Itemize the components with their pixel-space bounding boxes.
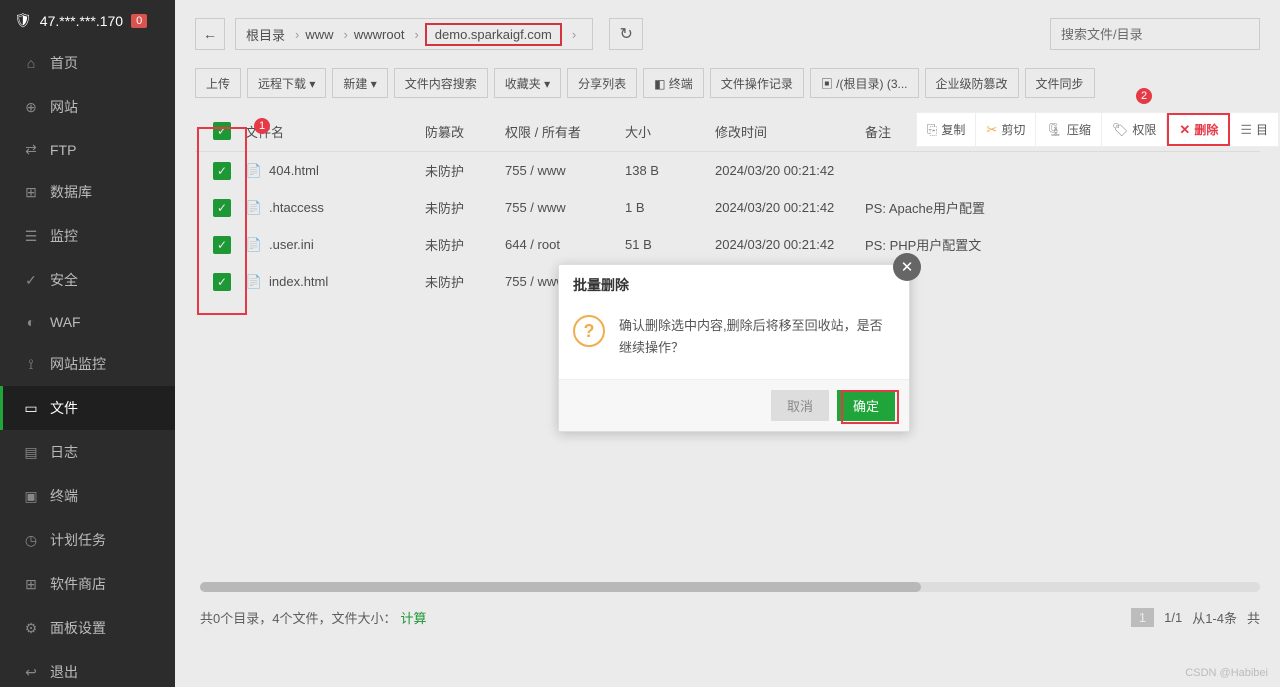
nav-label: 监控 xyxy=(50,226,78,246)
nav-icon: ⇄ xyxy=(22,141,40,158)
nav-item-退出[interactable]: ↩ 退出 xyxy=(0,650,175,694)
confirm-modal: ✕ 批量删除 ? 确认删除选中内容,删除后将移至回收站，是否继续操作？ 取消 确… xyxy=(558,264,910,432)
sidebar: 🛡 47.***.***.170 0 ⌂ 首页 ⊕ 网站 ⇄ FTP ⊞ 数据库 ☰ 监控 ✓ 安全 ◐… xyxy=(0,0,175,687)
nav-label: 数据库 xyxy=(50,182,92,202)
warning-icon: ? xyxy=(573,315,605,347)
nav-item-WAF[interactable]: ◐ WAF xyxy=(0,302,175,342)
nav-icon: ✓ xyxy=(22,272,40,289)
nav-icon: ⚙ xyxy=(22,620,40,637)
nav-label: 安全 xyxy=(50,270,78,290)
nav-label: 终端 xyxy=(50,486,78,506)
nav-item-网站[interactable]: ⊕ 网站 xyxy=(0,85,175,129)
badge-2: 2 xyxy=(1136,88,1152,104)
action-压缩[interactable]: 🗜压缩 xyxy=(1036,113,1102,146)
nav-item-日志[interactable]: ▤ 日志 xyxy=(0,430,175,474)
action-目[interactable]: ☰目 xyxy=(1230,113,1279,146)
nav-label: 网站 xyxy=(50,97,78,117)
nav-icon: ⊕ xyxy=(22,99,40,116)
action-icon: 🏷 xyxy=(1112,122,1129,138)
action-label: 复制 xyxy=(941,121,965,138)
nav-icon: ⌂ xyxy=(22,55,40,71)
modal-body-text: 确认删除选中内容,删除后将移至回收站，是否继续操作？ xyxy=(619,315,895,359)
nav-label: 面板设置 xyxy=(50,618,106,638)
action-label: 压缩 xyxy=(1067,121,1091,138)
action-bar: ⎘复制✂剪切🗜压缩🏷权限✕删除☰目 xyxy=(916,112,1280,147)
badge-1: 1 xyxy=(254,118,270,134)
nav-label: 首页 xyxy=(50,53,78,73)
server-badge: 0 xyxy=(131,14,147,28)
nav-label: 计划任务 xyxy=(50,530,106,550)
nav-item-网站监控[interactable]: ⟟ 网站监控 xyxy=(0,342,175,386)
nav-item-面板设置[interactable]: ⚙ 面板设置 xyxy=(0,606,175,650)
nav-icon: ⊞ xyxy=(22,184,40,201)
nav-icon: ▣ xyxy=(22,488,40,505)
nav-item-FTP[interactable]: ⇄ FTP xyxy=(0,129,175,170)
nav-label: FTP xyxy=(50,142,76,158)
nav-icon: ▤ xyxy=(22,444,40,461)
nav-label: 日志 xyxy=(50,442,78,462)
highlight-ok xyxy=(841,390,899,424)
action-icon: ⎘ xyxy=(927,122,937,138)
server-ip: 47.***.***.170 xyxy=(40,13,123,29)
action-label: 剪切 xyxy=(1001,121,1025,138)
nav-item-首页[interactable]: ⌂ 首页 xyxy=(0,41,175,85)
action-icon: ✂ xyxy=(986,122,997,138)
action-icon: 🗜 xyxy=(1046,122,1063,138)
nav-icon: ↩ xyxy=(22,664,40,681)
nav-item-安全[interactable]: ✓ 安全 xyxy=(0,258,175,302)
nav-item-数据库[interactable]: ⊞ 数据库 xyxy=(0,170,175,214)
nav-icon: ⊞ xyxy=(22,576,40,593)
nav-label: 网站监控 xyxy=(50,354,106,374)
action-icon: ☰ xyxy=(1240,122,1252,138)
action-label: 目 xyxy=(1256,121,1268,138)
action-权限[interactable]: 🏷权限 xyxy=(1102,113,1168,146)
nav-icon: ☰ xyxy=(22,228,40,245)
nav-label: WAF xyxy=(50,314,81,330)
delete-button[interactable]: ✕删除 xyxy=(1167,113,1230,146)
server-info: 🛡 47.***.***.170 0 xyxy=(0,0,175,41)
action-label: 删除 xyxy=(1194,121,1218,138)
modal-title: 批量删除 xyxy=(559,265,909,305)
cancel-button[interactable]: 取消 xyxy=(771,390,829,421)
nav-label: 软件商店 xyxy=(50,574,106,594)
action-剪切[interactable]: ✂剪切 xyxy=(976,113,1036,146)
nav-icon: ▭ xyxy=(22,400,40,417)
nav-icon: ◷ xyxy=(22,532,40,549)
action-icon: ✕ xyxy=(1179,122,1190,138)
nav-item-软件商店[interactable]: ⊞ 软件商店 xyxy=(0,562,175,606)
nav-label: 文件 xyxy=(50,398,78,418)
nav-item-终端[interactable]: ▣ 终端 xyxy=(0,474,175,518)
nav-item-监控[interactable]: ☰ 监控 xyxy=(0,214,175,258)
action-label: 权限 xyxy=(1132,121,1156,138)
nav-item-文件[interactable]: ▭ 文件 xyxy=(0,386,175,430)
highlight-checkboxes xyxy=(197,127,247,315)
nav-item-计划任务[interactable]: ◷ 计划任务 xyxy=(0,518,175,562)
nav-icon: ◐ xyxy=(22,314,40,330)
action-复制[interactable]: ⎘复制 xyxy=(917,113,976,146)
shield-icon: 🛡 xyxy=(14,12,32,29)
nav-icon: ⟟ xyxy=(22,356,40,373)
nav-label: 退出 xyxy=(50,662,78,682)
close-icon[interactable]: ✕ xyxy=(893,253,921,281)
